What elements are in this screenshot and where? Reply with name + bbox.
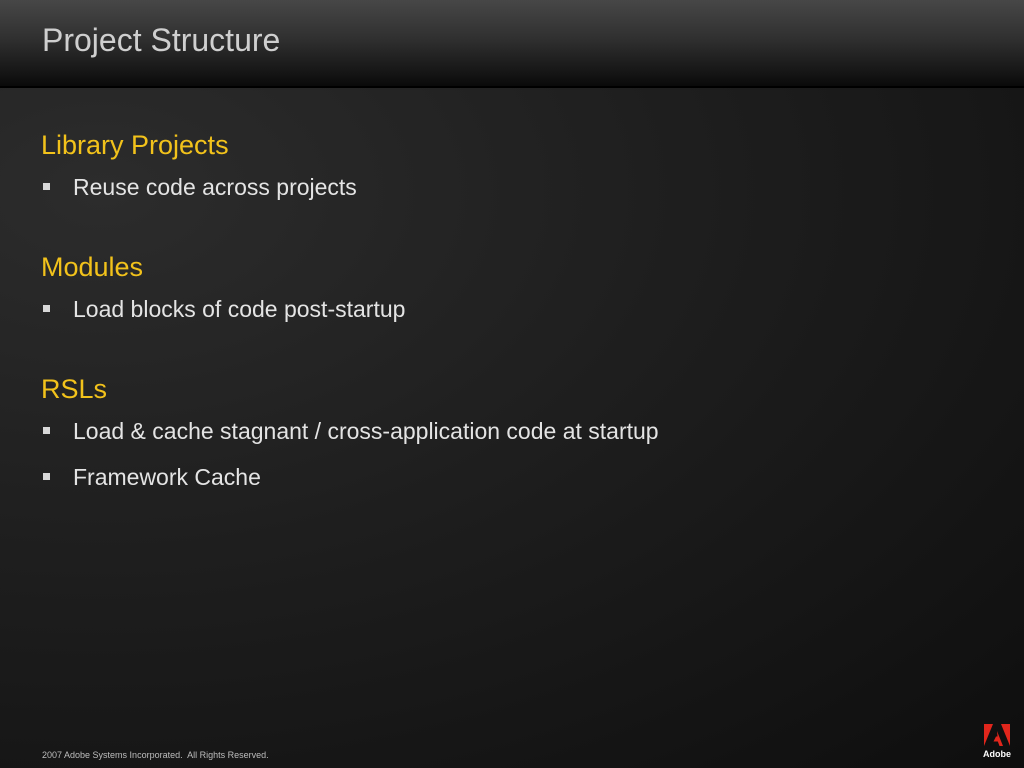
bullet-text: Load blocks of code post-startup [73, 296, 406, 322]
bullet-text: Framework Cache [73, 464, 261, 490]
section-modules: Modules Load blocks of code post-startup [41, 248, 981, 332]
slide-title: Project Structure [42, 22, 281, 58]
square-bullet-icon [43, 305, 50, 312]
title-divider [0, 86, 1024, 88]
section-rsls: RSLs Load & cache stagnant / cross-appli… [41, 370, 981, 500]
adobe-logo-mark [984, 724, 1010, 746]
bullet-list: Load & cache stagnant / cross-applicatio… [41, 408, 981, 500]
adobe-wordmark: Adobe [983, 749, 1011, 759]
bullet-item: Load & cache stagnant / cross-applicatio… [41, 408, 981, 454]
section-heading: RSLs [41, 374, 108, 404]
square-bullet-icon [43, 183, 50, 190]
title-bar: Project Structure [0, 0, 1024, 86]
bullet-list: Reuse code across projects [41, 164, 981, 210]
bullet-text: Load & cache stagnant / cross-applicatio… [73, 418, 659, 444]
square-bullet-icon [43, 427, 50, 434]
bullet-text: Reuse code across projects [73, 174, 357, 200]
section-heading: Library Projects [41, 130, 229, 160]
adobe-logo-icon: Adobe [980, 722, 1014, 762]
bullet-list: Load blocks of code post-startup [41, 286, 981, 332]
section-heading: Modules [41, 252, 144, 282]
copyright-footer: 2007 Adobe Systems Incorporated. All Rig… [42, 750, 269, 760]
bullet-item: Framework Cache [41, 454, 981, 500]
bullet-item: Reuse code across projects [41, 164, 981, 210]
square-bullet-icon [43, 473, 50, 480]
section-library-projects: Library Projects Reuse code across proje… [41, 126, 981, 210]
bullet-item: Load blocks of code post-startup [41, 286, 981, 332]
slide-content: Library Projects Reuse code across proje… [41, 126, 981, 500]
